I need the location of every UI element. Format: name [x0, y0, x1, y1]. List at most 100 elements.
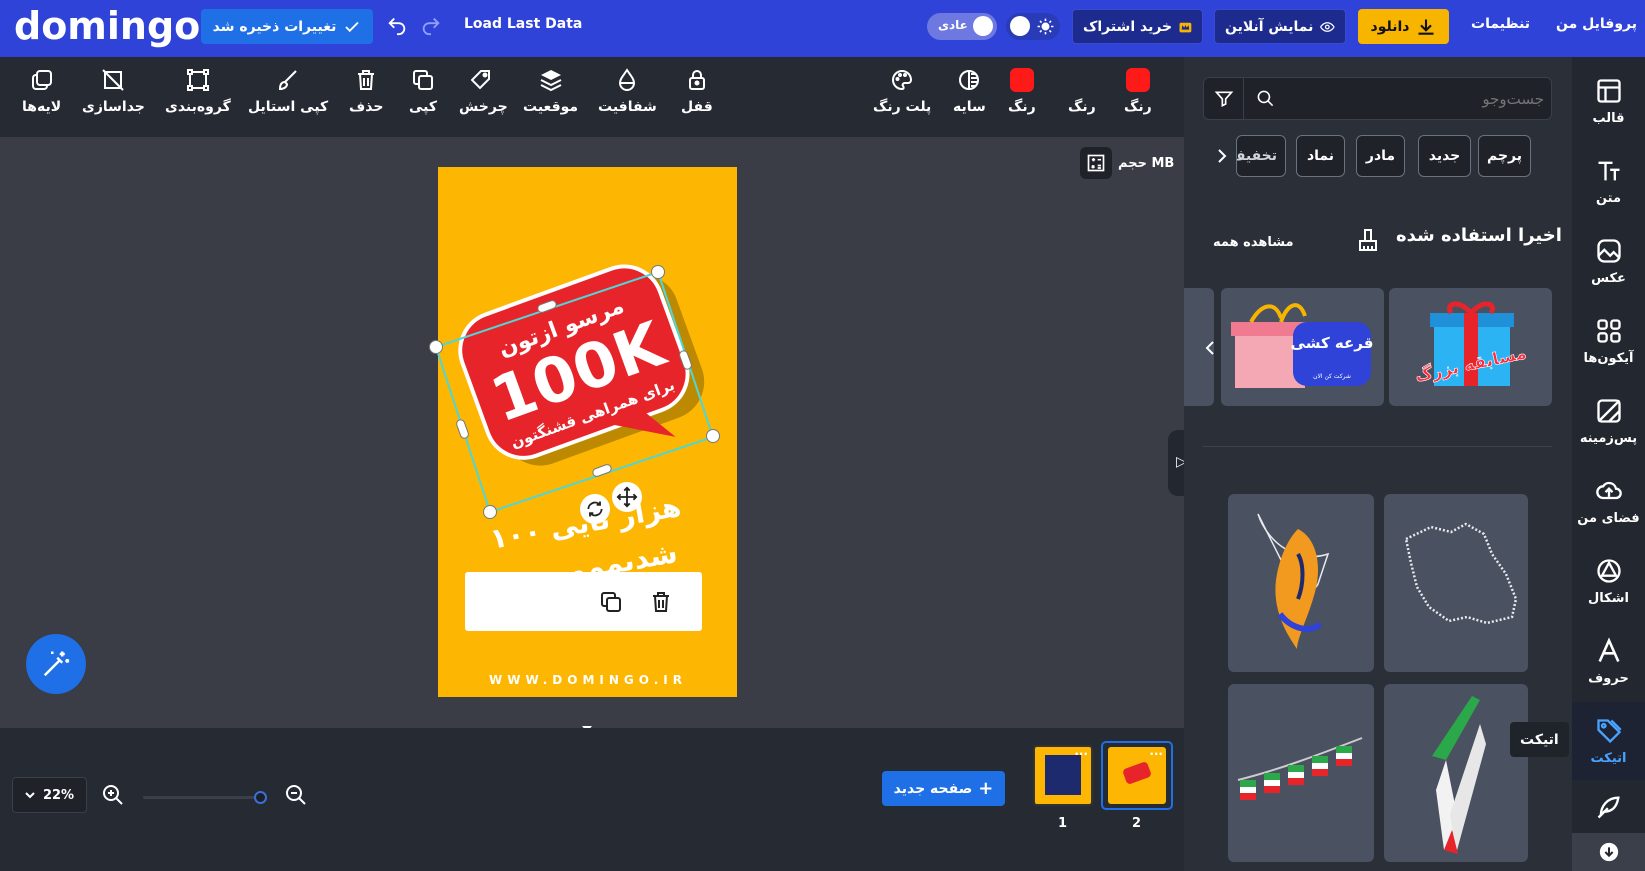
lock-icon: [688, 70, 705, 90]
iran-map-graphic: [1404, 522, 1518, 625]
sidebar-item-more[interactable]: [1572, 782, 1645, 832]
shadow-icon: [959, 70, 980, 90]
color-tool-2[interactable]: رنگ: [1068, 68, 1096, 115]
palette-tool[interactable]: پلت رنگ: [873, 68, 931, 115]
load-last-data-button[interactable]: Load Last Data: [464, 16, 582, 32]
mode-toggle-knob: [973, 16, 993, 36]
ungroup-tool[interactable]: جداسازی: [82, 68, 145, 115]
sidebar-item-photo[interactable]: عکس: [1572, 222, 1645, 300]
download-button[interactable]: دانلود: [1358, 9, 1449, 44]
sidebar-label-photo: عکس: [1591, 270, 1626, 286]
page-thumbnail-1-art: [1045, 755, 1081, 795]
redo-icon[interactable]: [420, 14, 442, 36]
color-tool-1[interactable]: رنگ: [1008, 68, 1036, 115]
selection-box[interactable]: [420, 262, 730, 527]
page-2-menu-icon[interactable]: ···: [1149, 747, 1163, 761]
recent-item-lottery[interactable]: قرعه کشی شرکت کن الان: [1221, 288, 1384, 406]
position-tool[interactable]: موقعیت: [523, 68, 578, 115]
download-icon: [1418, 19, 1434, 35]
mode-toggle[interactable]: عادی: [927, 13, 997, 40]
shadow-tool[interactable]: سایه: [953, 68, 986, 115]
sticker-flag-ribbon[interactable]: [1384, 684, 1528, 862]
undo-icon[interactable]: [386, 14, 408, 36]
sidebar-item-background[interactable]: پس‌زمینه: [1572, 382, 1645, 460]
resize-handle-bl[interactable]: [483, 505, 497, 519]
group-tool[interactable]: گروه‌بندی: [165, 68, 231, 115]
broom-icon[interactable]: [1356, 228, 1380, 252]
rotate-arrows-icon: [587, 501, 603, 517]
online-preview-button[interactable]: نمایش آنلاین: [1214, 9, 1346, 44]
lock-tool[interactable]: قفل: [681, 68, 713, 115]
save-status-label: تغییرات ذخیره شد: [212, 18, 337, 35]
sidebar-item-template[interactable]: قالب: [1572, 62, 1645, 140]
sidebar-label-icons: آیکون‌ها: [1583, 350, 1634, 366]
zoom-slider-thumb[interactable]: [254, 791, 267, 804]
search-input[interactable]: [1284, 84, 1544, 114]
lottery-title: قرعه کشی: [1291, 334, 1374, 352]
save-status-button[interactable]: تغییرات ذخیره شد: [201, 9, 373, 44]
logo: domingo: [14, 4, 201, 48]
sidebar-scroll-down[interactable]: [1572, 833, 1645, 871]
zoom-select[interactable]: 22%: [12, 777, 87, 813]
zoom-out-icon[interactable]: [284, 783, 308, 807]
cloud-icon: [1595, 481, 1622, 499]
magic-wand-button[interactable]: [26, 634, 86, 694]
copy-icon: [413, 70, 434, 90]
ungroup-icon: [102, 69, 125, 91]
grid-icon: [1596, 318, 1621, 343]
page-thumbnail-2-frame[interactable]: ···: [1101, 741, 1173, 810]
resize-handle-br[interactable]: [706, 429, 720, 443]
layers-tool[interactable]: لایه‌ها: [22, 68, 61, 115]
rotate-tool[interactable]: چرخش: [459, 68, 508, 115]
page-thumbnail-1[interactable]: ···: [1033, 745, 1093, 806]
chip-discount[interactable]: تخفیف: [1236, 135, 1286, 177]
sidebar-item-my-space[interactable]: فضای من: [1572, 462, 1645, 540]
filter-button[interactable]: [1204, 78, 1244, 119]
new-page-button[interactable]: صفحه جدید +: [882, 771, 1005, 806]
chip-mother[interactable]: مادر: [1356, 135, 1405, 177]
group-icon: [186, 69, 209, 91]
move-handle[interactable]: [612, 482, 642, 512]
top-bar: domingo تغییرات ذخیره شد Load Last Data …: [0, 0, 1645, 57]
resize-handle-tl[interactable]: [429, 340, 443, 354]
sticker-flag-bunting[interactable]: [1228, 684, 1374, 862]
position-label: موقعیت: [523, 99, 579, 115]
sticker-iran-map[interactable]: [1384, 494, 1528, 672]
panel-divider: [1203, 446, 1552, 447]
delete-tool[interactable]: حذف: [349, 68, 383, 115]
chip-flag[interactable]: پرچم: [1478, 135, 1531, 177]
zoom-in-icon[interactable]: [101, 783, 125, 807]
website-text: WWW.DOMINGO.IR: [489, 673, 687, 687]
settings-link[interactable]: تنظیمات: [1471, 16, 1530, 32]
brush-icon: [279, 70, 297, 91]
copy-style-tool[interactable]: کپی استایل: [248, 68, 328, 115]
sidebar-item-text[interactable]: متن: [1572, 142, 1645, 220]
palette-label: پلت رنگ: [873, 99, 932, 115]
chip-new[interactable]: جدید: [1418, 135, 1471, 177]
opacity-tool[interactable]: شفافیت: [598, 68, 657, 115]
sidebar-item-icons[interactable]: آیکون‌ها: [1572, 302, 1645, 380]
resize-handle-tr[interactable]: [651, 265, 665, 279]
duplicate-icon[interactable]: [599, 590, 623, 614]
color-tool-3[interactable]: رنگ: [1124, 68, 1152, 115]
copy-tool[interactable]: کپی: [409, 68, 437, 115]
chevron-left-icon[interactable]: [1204, 340, 1216, 356]
sticker-emblem[interactable]: [1228, 494, 1374, 672]
zoom-slider[interactable]: [143, 796, 262, 799]
rotate-handle[interactable]: [580, 494, 610, 524]
buy-subscription-button[interactable]: خرید اشتراک: [1072, 9, 1203, 44]
calculator-icon[interactable]: [1080, 147, 1112, 179]
recent-item-contest[interactable]: مسابقه بزرگ: [1389, 288, 1552, 406]
sidebar-item-tag[interactable]: اتیکت: [1572, 702, 1645, 780]
chip-symbol[interactable]: نماد: [1296, 135, 1345, 177]
search-box: [1203, 77, 1552, 120]
delete-element-icon[interactable]: [649, 589, 673, 615]
theme-toggle[interactable]: [1006, 13, 1060, 40]
sidebar-item-letters[interactable]: حروف: [1572, 622, 1645, 700]
chevron-right-icon[interactable]: [1216, 148, 1228, 164]
sidebar-item-shapes[interactable]: اشکال: [1572, 542, 1645, 620]
page-1-menu-icon[interactable]: ···: [1074, 747, 1088, 761]
profile-link[interactable]: پروفایل من: [1556, 16, 1637, 32]
see-all-link[interactable]: مشاهده همه: [1213, 235, 1294, 250]
recent-title: اخیرا استفاده شده: [1396, 225, 1562, 246]
